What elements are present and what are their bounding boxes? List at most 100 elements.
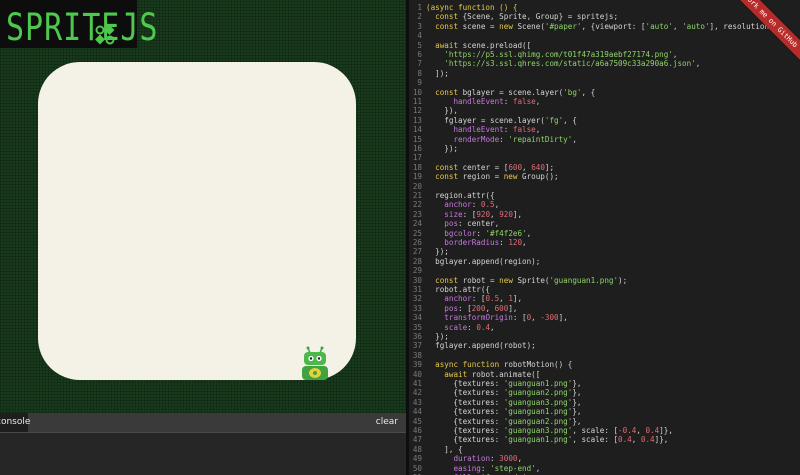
code-token: const	[435, 87, 459, 97]
clear-button[interactable]: clear	[376, 413, 398, 432]
code-text: borderRadius: 120,	[426, 238, 526, 247]
code-line[interactable]: 50 easing: 'step-end',	[409, 464, 800, 473]
line-number: 21	[412, 191, 422, 200]
code-line[interactable]: 26 borderRadius: 120,	[409, 238, 800, 247]
code-text: anchor: 0.5,	[426, 200, 499, 209]
code-line[interactable]: 14 handleEvent: false,	[409, 125, 800, 134]
code-token: :	[467, 322, 477, 332]
code-line[interactable]: 37 fglayer.append(robot);	[409, 341, 800, 350]
code-token: 600	[494, 303, 509, 313]
code-token: ,	[490, 209, 500, 219]
code-token: anchor	[444, 294, 472, 304]
code-text: const region = new Group();	[426, 172, 558, 181]
code-line[interactable]: 43 {textures: 'guanguan3.png'},	[409, 398, 800, 407]
code-line[interactable]: 24 pos: center,	[409, 219, 800, 228]
code-editor[interactable]: 1 (async function () {2 const {Scene, Spr…	[409, 0, 800, 475]
code-line[interactable]: 9	[409, 78, 800, 87]
code-text: anchor: [0.5, 1],	[426, 294, 522, 303]
code-token: robot.animate([	[467, 369, 541, 379]
code-line[interactable]: 22 anchor: 0.5,	[409, 200, 800, 209]
code-line[interactable]: 20	[409, 182, 800, 191]
code-text: const bglayer = scene.layer('bg', {	[426, 88, 595, 97]
code-token: ]},	[654, 435, 669, 445]
code-text: {textures: 'guanguan3.png', scale: [-0.4…	[426, 426, 673, 435]
code-token: 920	[499, 209, 513, 219]
line-number: 13	[412, 115, 422, 125]
code-line[interactable]: 31 robot.attr({	[409, 285, 800, 294]
code-line[interactable]: 15 renderMode: 'repaintDirty',	[409, 135, 800, 144]
line-number: 27	[412, 247, 422, 257]
code-text: renderMode: 'repaintDirty',	[426, 134, 576, 144]
code-line[interactable]: 29	[409, 266, 800, 275]
code-token: Scene(	[512, 21, 545, 31]
canvas-stage[interactable]	[38, 62, 356, 380]
code-line[interactable]: 11 handleEvent: false,	[409, 97, 800, 106]
code-token: handleEvent	[453, 125, 504, 135]
code-line[interactable]: 41 {textures: 'guanguan1.png'},	[409, 379, 800, 388]
code-line[interactable]: 45 {textures: 'guanguan2.png'},	[409, 417, 800, 426]
code-line[interactable]: 10 const bglayer = scene.layer('bg', {	[409, 88, 800, 97]
code-token: ,	[522, 162, 532, 172]
code-token: 0.5	[485, 294, 500, 304]
code-line[interactable]: 49 duration: 3000,	[409, 454, 800, 463]
code-line[interactable]: 21 region.attr({	[409, 191, 800, 200]
code-token: {textures:	[426, 435, 504, 445]
code-line[interactable]: 27 });	[409, 247, 800, 256]
code-token: bgcolor	[444, 228, 477, 238]
code-line[interactable]: 46 {textures: 'guanguan3.png', scale: [-…	[409, 426, 800, 435]
line-number: 33	[412, 303, 422, 313]
code-line[interactable]: 38	[409, 351, 800, 360]
code-line[interactable]: 18 const center = [600, 640];	[409, 163, 800, 172]
code-token: -300	[540, 313, 559, 323]
code-line[interactable]: 25 bgcolor: '#f4f2e6',	[409, 229, 800, 238]
code-token: ,	[485, 303, 495, 313]
github-ribbon[interactable]: Fork me on GitHub	[738, 0, 800, 62]
code-line[interactable]: 12 }),	[409, 106, 800, 115]
code-token: false	[512, 97, 536, 106]
code-line[interactable]: 17	[409, 153, 800, 162]
code-token: pos	[444, 303, 459, 313]
code-line[interactable]: 13 fglayer = scene.layer('fg', {	[409, 116, 800, 125]
code-line[interactable]: 47 {textures: 'guanguan1.png', scale: [0…	[409, 435, 800, 444]
code-text: fglayer = scene.layer('fg', {	[426, 116, 577, 125]
code-line[interactable]: 40 await robot.animate([	[409, 370, 800, 379]
code-line[interactable]: 39 async function robotMotion() {	[409, 360, 800, 369]
code-line[interactable]: 35 scale: 0.4,	[409, 323, 800, 332]
code-line[interactable]: 42 {textures: 'guanguan2.png'},	[409, 388, 800, 397]
code-token: :	[503, 125, 513, 135]
line-number: 22	[412, 200, 422, 210]
preview-pane[interactable]: SPRITEJS	[0, 0, 406, 413]
code-token: const	[435, 275, 459, 285]
code-text: {textures: 'guanguan2.png'},	[426, 417, 581, 426]
code-token: ],	[508, 303, 518, 313]
code-line[interactable]: 28 bglayer.append(region);	[409, 257, 800, 266]
code-token: 'guanguan3.png'	[503, 426, 573, 435]
code-line[interactable]: 19 const region = new Group();	[409, 172, 800, 181]
code-line[interactable]: 48 ], {	[409, 445, 800, 454]
line-number: 12	[412, 106, 422, 116]
code-token: 0.4	[640, 435, 655, 445]
code-text: await robot.animate([	[426, 370, 540, 379]
code-token: 200	[471, 303, 486, 313]
console-tab[interactable]: console	[0, 413, 30, 432]
code-line[interactable]: 33 pos: [200, 600],	[409, 304, 800, 313]
code-token: ,	[517, 454, 523, 464]
code-line[interactable]: 23 size: [920, 920],	[409, 210, 800, 219]
line-number: 44	[412, 407, 422, 417]
code-line[interactable]: 32 anchor: [0.5, 1],	[409, 294, 800, 303]
code-line[interactable]: 44 {textures: 'guanguan1.png'},	[409, 407, 800, 416]
code-line[interactable]: 30 const robot = new Sprite('guanguan1.p…	[409, 276, 800, 285]
code-token: :	[499, 134, 509, 144]
fork-ribbon-label[interactable]: Fork me on GitHub	[738, 0, 800, 62]
code-line[interactable]: 34 transformOrigin: [0, -300],	[409, 313, 800, 322]
code-line[interactable]: 8 ]);	[409, 69, 800, 78]
code-token: 'https://p5.ssl.qhimg.com/t01f47a319aebf…	[444, 50, 673, 59]
code-line[interactable]: 16 });	[409, 144, 800, 153]
code-token: fglayer = scene.layer(	[426, 115, 545, 125]
code-line[interactable]: 36 });	[409, 332, 800, 341]
